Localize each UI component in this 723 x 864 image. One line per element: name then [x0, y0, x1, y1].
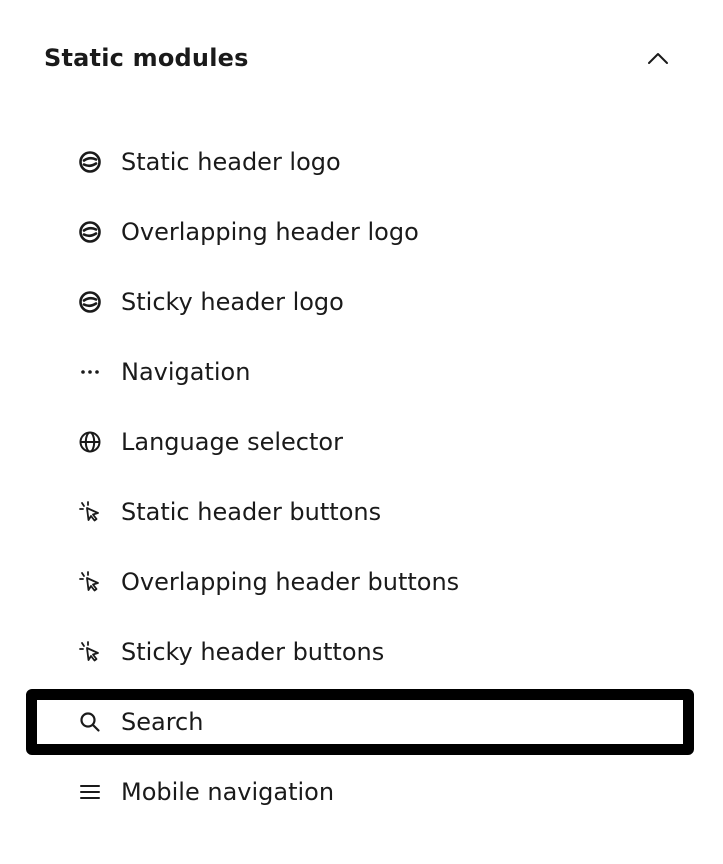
module-item-mobile-navigation[interactable]: Mobile navigation: [0, 757, 723, 827]
module-item-sticky-header-buttons[interactable]: Sticky header buttons: [0, 617, 723, 687]
static-modules-panel: Static modules Static header logo Overla…: [0, 0, 723, 864]
chevron-up-icon[interactable]: [646, 46, 670, 70]
module-item-overlapping-header-logo[interactable]: Overlapping header logo: [0, 197, 723, 267]
module-item-label: Navigation: [121, 358, 251, 386]
globe-icon: [76, 428, 104, 456]
module-item-search[interactable]: Search: [0, 687, 723, 757]
module-item-language-selector[interactable]: Language selector: [0, 407, 723, 477]
cursor-click-icon: [76, 568, 104, 596]
logo-icon: [76, 148, 104, 176]
module-item-label: Static header buttons: [121, 498, 382, 526]
ellipsis-icon: [76, 358, 104, 386]
module-item-label: Overlapping header buttons: [121, 568, 460, 596]
module-item-label: Language selector: [121, 428, 343, 456]
search-icon: [76, 708, 104, 736]
module-item-label: Mobile navigation: [121, 778, 335, 806]
section-title: Static modules: [44, 44, 249, 72]
module-list: Static header logo Overlapping header lo…: [0, 127, 723, 827]
module-item-navigation[interactable]: Navigation: [0, 337, 723, 407]
module-item-label: Search: [121, 708, 204, 736]
cursor-click-icon: [76, 638, 104, 666]
module-item-label: Sticky header logo: [121, 288, 344, 316]
logo-icon: [76, 218, 104, 246]
module-item-label: Static header logo: [121, 148, 341, 176]
cursor-click-icon: [76, 498, 104, 526]
module-item-static-header-buttons[interactable]: Static header buttons: [0, 477, 723, 547]
module-item-sticky-header-logo[interactable]: Sticky header logo: [0, 267, 723, 337]
module-item-label: Overlapping header logo: [121, 218, 419, 246]
module-item-label: Sticky header buttons: [121, 638, 385, 666]
hamburger-menu-icon: [76, 778, 104, 806]
logo-icon: [76, 288, 104, 316]
module-item-overlapping-header-buttons[interactable]: Overlapping header buttons: [0, 547, 723, 617]
section-header-static-modules[interactable]: Static modules: [44, 36, 684, 80]
module-item-static-header-logo[interactable]: Static header logo: [0, 127, 723, 197]
